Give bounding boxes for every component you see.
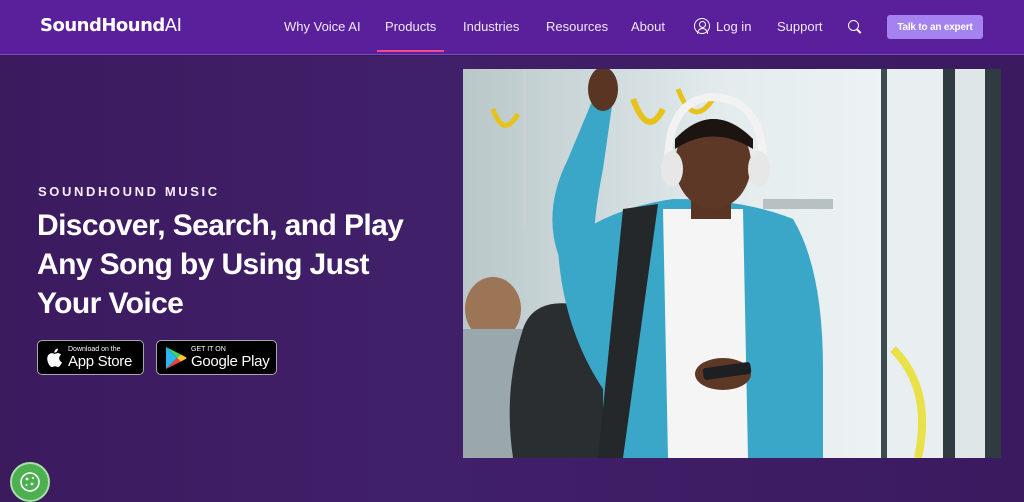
google-play-icon <box>166 346 187 369</box>
top-navigation: SoundHoundAI Why Voice AI Products Indus… <box>0 0 1024 55</box>
soundhound-logo[interactable]: SoundHoundAI <box>40 15 182 36</box>
login-label: Log in <box>716 18 752 34</box>
cookie-settings-button[interactable] <box>10 462 50 502</box>
login-link[interactable]: Log in <box>694 18 751 34</box>
talk-to-expert-button[interactable]: Talk to an expert <box>887 15 983 39</box>
nav-item-industries[interactable]: Industries <box>463 19 519 34</box>
logo-suffix: AI <box>164 15 182 36</box>
app-store-button[interactable]: Download on the App Store <box>37 340 144 375</box>
cookie-icon <box>20 472 40 492</box>
hero-headline: Discover, Search, and Play Any Song by U… <box>37 209 404 320</box>
hero-photo-man-with-headphones <box>463 69 1001 458</box>
nav-item-resources[interactable]: Resources <box>546 19 608 34</box>
nav-item-why-voice-ai[interactable]: Why Voice AI <box>284 19 361 34</box>
support-link[interactable]: Support <box>777 19 823 34</box>
google-play-button[interactable]: GET IT ON Google Play <box>156 340 277 375</box>
hero-eyebrow: SOUNDHOUND MUSIC <box>38 184 220 199</box>
nav-item-about[interactable]: About <box>631 19 665 34</box>
logo-name: SoundHound <box>40 15 165 36</box>
apple-icon <box>47 348 62 367</box>
google-play-big-label: Google Play <box>191 352 270 370</box>
search-icon[interactable] <box>848 20 862 34</box>
nav-item-products[interactable]: Products <box>376 19 445 52</box>
user-circle-icon <box>694 18 710 34</box>
app-store-big-label: App Store <box>68 352 133 370</box>
